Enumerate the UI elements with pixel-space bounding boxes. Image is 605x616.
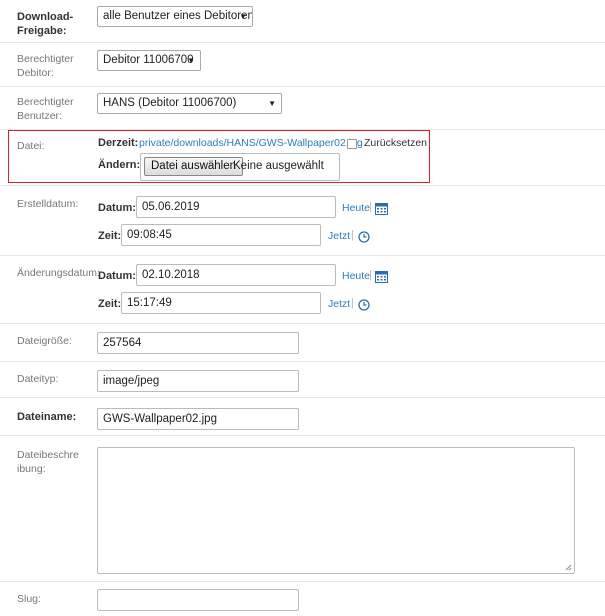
row-dateigroesse: Dateigröße: 257564 — [0, 324, 605, 362]
aenderungsdatum-datum-input[interactable]: 02.10.2018 — [136, 264, 336, 286]
berechtigter-benutzer-select[interactable]: HANS (Debitor 11006700) ▼ — [97, 93, 282, 114]
dateiname-input[interactable]: GWS-Wallpaper02.jpg — [97, 408, 299, 430]
row-aenderungsdatum: Änderungsdatum: Datum: 02.10.2018 Heute … — [0, 256, 605, 324]
download-freigabe-select[interactable]: alle Benutzer eines Debitoren ▼ — [97, 6, 253, 27]
separator: | — [351, 229, 354, 241]
separator: | — [351, 297, 354, 309]
aenderungsdatum-zeit-input[interactable]: 15:17:49 — [121, 292, 321, 314]
erstelldatum-jetzt-link[interactable]: Jetzt — [328, 230, 350, 242]
download-freigabe-label: Download-Freigabe: — [17, 11, 74, 37]
dateityp-input[interactable]: image/jpeg — [97, 370, 299, 392]
aenderungsdatum-datum-label: Datum: — [98, 270, 136, 282]
aenderungsdatum-jetzt-link[interactable]: Jetzt — [328, 298, 350, 310]
row-dateibeschreibung: Dateibeschreibung: — [0, 436, 605, 582]
berechtigter-debitor-label: Berechtigter Debitor: — [17, 53, 74, 79]
slug-input[interactable] — [97, 589, 299, 611]
dateibeschreibung-textarea[interactable] — [97, 447, 575, 574]
row-slug: Slug: — [0, 582, 605, 616]
row-berechtigter-debitor: Berechtigter Debitor: Debitor 11006700 ▼ — [0, 43, 605, 87]
row-dateityp: Dateityp: image/jpeg — [0, 362, 605, 398]
dateigroesse-input[interactable]: 257564 — [97, 332, 299, 354]
clock-icon[interactable] — [358, 299, 370, 311]
chevron-down-icon: ▼ — [268, 99, 276, 108]
row-berechtigter-benutzer: Berechtigter Benutzer: HANS (Debitor 110… — [0, 87, 605, 130]
erstelldatum-datum-label: Datum: — [98, 202, 136, 214]
download-freigabe-value: alle Benutzer eines Debitoren — [103, 10, 253, 22]
berechtigter-benutzer-value: HANS (Debitor 11006700) — [103, 97, 237, 109]
dateityp-label: Dateityp: — [17, 373, 59, 385]
erstelldatum-zeit-label: Zeit: — [98, 230, 122, 242]
row-erstelldatum: Erstelldatum: Datum: 05.06.2019 Heute | … — [0, 186, 605, 256]
erstelldatum-datum-input[interactable]: 05.06.2019 — [136, 196, 336, 218]
separator: | — [369, 269, 372, 281]
row-download-freigabe: Download-Freigabe: alle Benutzer eines D… — [0, 0, 605, 43]
slug-label: Slug: — [17, 593, 41, 605]
erstelldatum-heute-link[interactable]: Heute — [342, 202, 370, 214]
berechtigter-benutzer-label: Berechtigter Benutzer: — [17, 96, 74, 122]
erstelldatum-zeit-input[interactable]: 09:08:45 — [121, 224, 321, 246]
chevron-down-icon: ▼ — [187, 56, 195, 65]
chevron-down-icon: ▼ — [239, 12, 247, 21]
calendar-icon[interactable] — [375, 202, 388, 215]
clock-icon[interactable] — [358, 231, 370, 243]
aenderungsdatum-zeit-label: Zeit: — [98, 298, 122, 310]
dateibeschreibung-label: Dateibeschreibung: — [17, 449, 79, 475]
dateigroesse-label: Dateigröße: — [17, 335, 72, 347]
berechtigter-debitor-select[interactable]: Debitor 11006700 ▼ — [97, 50, 201, 71]
row-dateiname: Dateiname: GWS-Wallpaper02.jpg — [0, 398, 605, 436]
erstelldatum-label: Erstelldatum: — [17, 198, 79, 210]
highlight-box — [8, 130, 430, 183]
aenderungsdatum-heute-link[interactable]: Heute — [342, 270, 370, 282]
calendar-icon[interactable] — [375, 270, 388, 283]
resize-handle-icon[interactable] — [565, 564, 572, 571]
dateiname-label: Dateiname: — [17, 411, 77, 423]
separator: | — [369, 201, 372, 213]
aenderungsdatum-label: Änderungsdatum: — [17, 267, 100, 279]
berechtigter-debitor-value: Debitor 11006700 — [103, 54, 194, 66]
